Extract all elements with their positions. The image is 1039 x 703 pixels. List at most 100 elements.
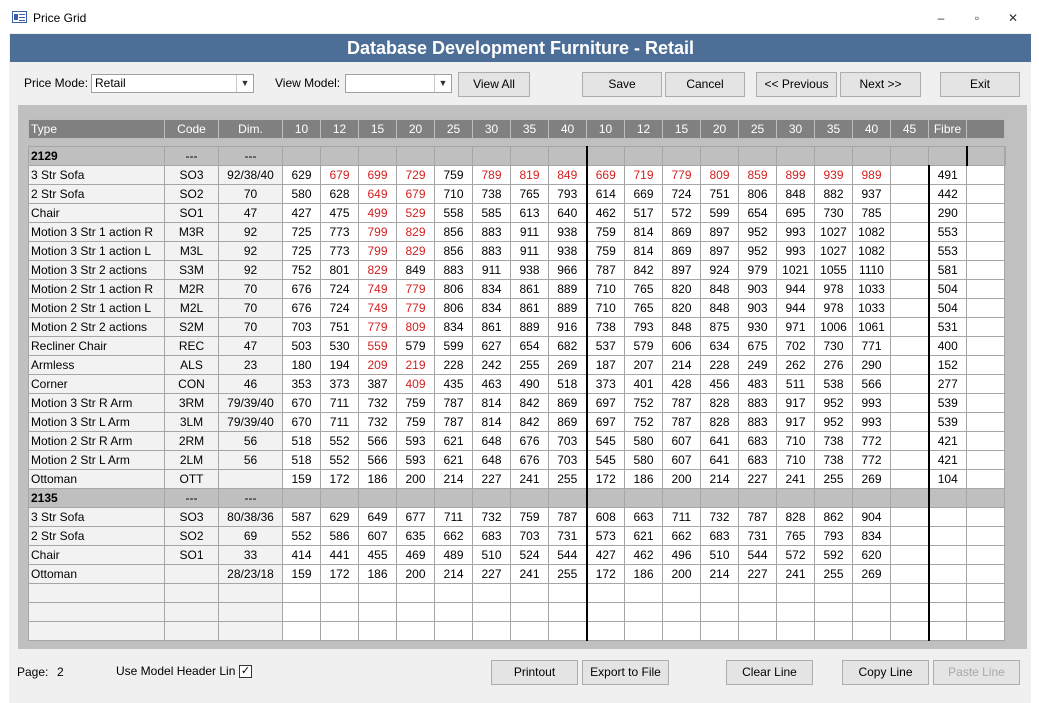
price-cell[interactable] [890,545,929,565]
price-cell[interactable] [472,602,511,622]
price-cell[interactable] [738,621,777,641]
price-cell[interactable]: 676 [510,431,549,451]
price-cell[interactable]: 649 [358,507,397,527]
extra-cell[interactable] [1004,146,1006,166]
price-cell[interactable]: 911 [510,241,549,261]
price-cell[interactable] [434,146,473,166]
column-header[interactable]: 10 [586,119,625,139]
price-cell[interactable]: 787 [434,412,473,432]
price-cell[interactable]: 752 [624,412,663,432]
price-cell[interactable]: 1082 [852,241,891,261]
price-cell[interactable]: 944 [776,279,815,299]
extra-cell[interactable] [966,412,1005,432]
price-cell[interactable]: 719 [624,165,663,185]
price-cell[interactable]: 779 [358,317,397,337]
price-cell[interactable]: 814 [472,412,511,432]
price-cell[interactable] [890,488,929,508]
price-cell[interactable]: 724 [320,298,359,318]
price-cell[interactable]: 765 [624,279,663,299]
price-cell[interactable]: 621 [434,450,473,470]
price-cell[interactable]: 849 [548,165,587,185]
price-cell[interactable]: 738 [585,317,625,337]
price-cell[interactable]: 186 [358,564,397,584]
price-cell[interactable] [548,146,587,166]
price-cell[interactable]: 607 [662,431,701,451]
table-row[interactable]: Motion 3 Str 1 action R M3R 92 725 773 799 829… [28,222,1006,242]
price-cell[interactable]: 227 [472,469,511,489]
price-cell[interactable]: 978 [814,298,853,318]
type-cell[interactable]: Motion 2 Str 1 action L [28,298,165,318]
price-cell[interactable]: 414 [282,545,321,565]
price-cell[interactable] [624,488,663,508]
cancel-button[interactable]: Cancel [665,72,745,97]
price-cell[interactable]: 834 [472,279,511,299]
price-cell[interactable] [890,184,929,204]
price-cell[interactable]: 621 [434,431,473,451]
type-cell[interactable]: 3 Str Sofa [28,507,165,527]
price-cell[interactable] [548,488,587,508]
price-cell[interactable]: 752 [624,393,663,413]
price-cell[interactable] [396,488,435,508]
type-cell[interactable]: Chair [28,203,165,223]
price-cell[interactable]: 187 [585,355,625,375]
fibre-cell[interactable]: 539 [927,393,967,413]
price-cell[interactable]: 172 [585,564,625,584]
price-cell[interactable] [738,602,777,622]
column-header[interactable]: Dim. [218,119,283,139]
extra-cell[interactable] [966,469,1005,489]
column-header[interactable]: 20 [700,119,739,139]
price-cell[interactable] [852,488,891,508]
code-cell[interactable]: SO1 [164,545,219,565]
price-cell[interactable]: 773 [320,241,359,261]
price-cell[interactable]: 883 [472,241,511,261]
price-cell[interactable]: 730 [814,336,853,356]
price-cell[interactable] [700,602,739,622]
price-cell[interactable] [890,317,929,337]
price-cell[interactable]: 869 [662,241,701,261]
dim-cell[interactable]: 56 [218,450,283,470]
price-cell[interactable]: 806 [434,298,473,318]
price-cell[interactable]: 944 [776,298,815,318]
price-cell[interactable]: 897 [662,260,701,280]
price-cell[interactable]: 703 [548,450,587,470]
price-cell[interactable]: 435 [434,374,473,394]
fibre-cell[interactable] [927,583,967,603]
price-cell[interactable] [320,621,359,641]
dim-cell[interactable]: 70 [218,317,283,337]
type-cell[interactable]: Motion 2 Str 1 action R [28,279,165,299]
dim-cell[interactable]: 92 [218,222,283,242]
price-cell[interactable]: 573 [585,526,625,546]
type-cell[interactable]: 3 Str Sofa [28,165,165,185]
price-cell[interactable] [890,602,929,622]
price-cell[interactable] [776,583,815,603]
extra-cell[interactable] [966,583,1005,603]
price-cell[interactable] [776,621,815,641]
price-cell[interactable]: 214 [700,469,739,489]
price-cell[interactable] [434,602,473,622]
price-cell[interactable]: 848 [700,298,739,318]
price-cell[interactable]: 241 [776,469,815,489]
price-cell[interactable]: 255 [548,564,587,584]
price-cell[interactable]: 679 [320,165,359,185]
price-cell[interactable] [585,146,625,166]
view-all-button[interactable]: View All [458,72,530,97]
price-cell[interactable]: 799 [358,241,397,261]
column-header[interactable]: 30 [776,119,815,139]
extra-cell[interactable] [966,184,1005,204]
price-cell[interactable]: 607 [358,526,397,546]
price-cell[interactable]: 269 [548,355,587,375]
price-cell[interactable]: 771 [852,336,891,356]
price-cell[interactable]: 904 [852,507,891,527]
price-cell[interactable]: 861 [472,317,511,337]
type-cell[interactable]: Motion 2 Str 2 actions [28,317,165,337]
fibre-cell[interactable] [927,564,967,584]
clear-line-button[interactable]: Clear Line [726,660,813,685]
dim-cell[interactable]: 92 [218,241,283,261]
price-cell[interactable]: 670 [282,393,321,413]
price-cell[interactable]: 939 [814,165,853,185]
price-cell[interactable]: 738 [814,450,853,470]
price-cell[interactable] [700,583,739,603]
table-row[interactable]: Ottoman 28/23/18 159 172 186 200 214 227 241 255 1… [28,564,1006,584]
price-cell[interactable]: 882 [814,184,853,204]
table-row[interactable]: Armless ALS 23 180 194 209 219 228 242 255 269 187 2… [28,355,1006,375]
